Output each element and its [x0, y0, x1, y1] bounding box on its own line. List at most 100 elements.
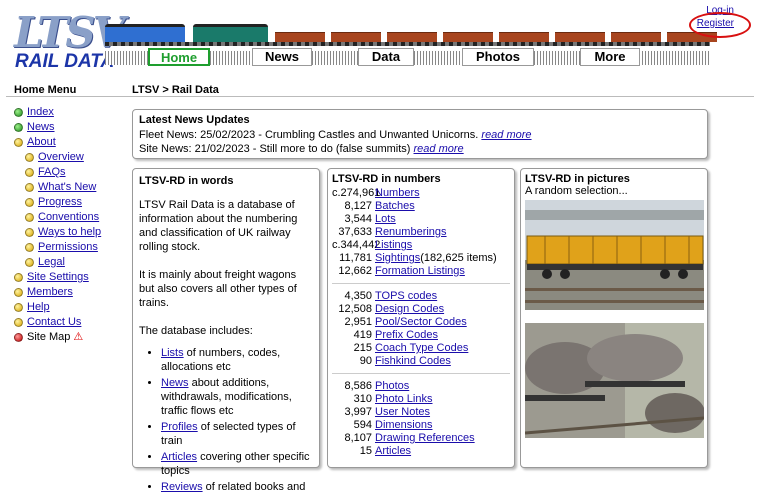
photo-yellow-wagons[interactable]: [525, 200, 704, 320]
stat-link[interactable]: Renumberings: [375, 226, 447, 239]
wagon: [611, 32, 661, 42]
sidebar-item-overview[interactable]: Overview: [14, 150, 126, 165]
status-dot-icon: [25, 213, 34, 222]
stat-count: c.344,442: [332, 239, 381, 251]
status-dot-icon: [25, 183, 34, 192]
stat-link[interactable]: User Notes: [375, 406, 430, 419]
locomotive: [193, 24, 268, 42]
stat-link[interactable]: Photos: [375, 380, 409, 393]
sidebar-item-what-s-new[interactable]: What's New: [14, 180, 126, 195]
words-text: of related books and: [202, 481, 306, 493]
sidebar-item-faqs[interactable]: FAQs: [14, 165, 126, 180]
stat-link[interactable]: Numbers: [375, 187, 420, 200]
divider: [332, 283, 510, 284]
sidebar-item-label[interactable]: Legal: [38, 255, 65, 270]
stat-link[interactable]: Design Codes: [375, 303, 444, 316]
words-link[interactable]: Reviews: [161, 481, 203, 493]
fleet-news: Fleet News: 25/02/2023 - Crumbling Castl…: [139, 128, 701, 142]
stat-link[interactable]: Fishkind Codes: [375, 355, 451, 368]
sidebar-item-site-settings[interactable]: Site Settings: [14, 270, 126, 285]
sidebar-item-contact-us[interactable]: Contact Us: [14, 315, 126, 330]
site-header: LTSV RAIL DATA Home News Data Photos Mor…: [0, 0, 760, 80]
pictures-title: LTSV-RD in pictures: [525, 173, 630, 185]
sidebar-item-news[interactable]: News: [14, 120, 126, 135]
status-dot-icon: [25, 153, 34, 162]
sidebar-item-about[interactable]: About: [14, 135, 126, 150]
sidebar-item-permissions[interactable]: Permissions: [14, 240, 126, 255]
tab-more[interactable]: More: [580, 48, 640, 66]
sidebar-item-label[interactable]: Help: [27, 300, 50, 315]
stat-link[interactable]: TOPS codes: [375, 290, 437, 303]
site-read-more-link[interactable]: read more: [414, 143, 464, 155]
sidebar-item-label[interactable]: Contact Us: [27, 315, 81, 330]
stat-link[interactable]: Coach Type Codes: [375, 342, 468, 355]
words-link[interactable]: Profiles: [161, 421, 198, 433]
wagon: [331, 32, 381, 42]
sidebar-item-members[interactable]: Members: [14, 285, 126, 300]
words-scope: It is mainly about freight wagons but al…: [139, 269, 297, 309]
stat-count: 215: [353, 342, 372, 354]
stat-link[interactable]: Lots: [375, 213, 396, 226]
sidebar-item-label[interactable]: Overview: [38, 150, 84, 165]
sidebar-item-label[interactable]: Progress: [38, 195, 82, 210]
stat-link[interactable]: Pool/Sector Codes: [375, 316, 467, 329]
stat-count: 8,127: [344, 200, 372, 212]
stat-link[interactable]: Drawing References: [375, 432, 475, 445]
status-dot-icon: [14, 303, 23, 312]
stat-row: 215 Coach Type Codes: [332, 342, 510, 355]
status-dot-icon: [25, 258, 34, 267]
sidebar-item-ways-to-help[interactable]: Ways to help: [14, 225, 126, 240]
numbers-panel: LTSV-RD in numbers c.274,961 Numbers 8,127…: [327, 168, 515, 468]
wagon: [387, 32, 437, 42]
stat-link[interactable]: Batches: [375, 200, 415, 213]
stat-row: 594 Dimensions: [332, 419, 510, 432]
fleet-read-more-link[interactable]: read more: [481, 129, 531, 141]
stat-link[interactable]: Listings: [375, 239, 412, 252]
locomotive: [105, 24, 185, 42]
words-link[interactable]: News: [161, 377, 189, 389]
sidebar-item-label[interactable]: About: [27, 135, 56, 150]
tab-photos[interactable]: Photos: [462, 48, 534, 66]
sidebar-item-label[interactable]: Members: [27, 285, 73, 300]
sidebar-item-label[interactable]: News: [27, 120, 55, 135]
sidebar-item-label[interactable]: Site Settings: [27, 270, 89, 285]
register-highlight: [688, 12, 751, 38]
tab-news[interactable]: News: [252, 48, 312, 66]
words-link[interactable]: Articles: [161, 451, 197, 463]
sidebar-item-progress[interactable]: Progress: [14, 195, 126, 210]
sidebar-item-label[interactable]: Index: [27, 105, 54, 120]
sidebar-menu: Index News About Overview FAQs What's New Prog…: [14, 105, 126, 345]
tab-data[interactable]: Data: [358, 48, 414, 66]
sidebar-item-label[interactable]: Permissions: [38, 240, 98, 255]
sidebar-item-conventions[interactable]: Conventions: [14, 210, 126, 225]
wagon: [499, 32, 549, 42]
sidebar-item-label[interactable]: Conventions: [38, 210, 99, 225]
stat-count: 15: [359, 445, 372, 457]
stat-count: 37,633: [338, 226, 372, 238]
sidebar-item-label[interactable]: What's New: [38, 180, 96, 195]
sidebar-item-legal[interactable]: Legal: [14, 255, 126, 270]
sidebar-title: Home Menu: [14, 84, 77, 96]
photo-caption: [525, 438, 704, 448]
tab-home[interactable]: Home: [148, 48, 210, 66]
stat-link[interactable]: Articles: [375, 445, 411, 458]
divider: [332, 373, 510, 374]
sidebar-item-site-map[interactable]: Site Map ⚠: [14, 330, 126, 345]
stat-link[interactable]: Sightings: [375, 252, 420, 265]
stat-link[interactable]: Photo Links: [375, 393, 432, 406]
stat-link[interactable]: Dimensions: [375, 419, 432, 432]
stat-link[interactable]: Prefix Codes: [375, 329, 438, 342]
stat-count: 419: [353, 329, 372, 341]
status-dot-icon: [14, 123, 23, 132]
sidebar-item-help[interactable]: Help: [14, 300, 126, 315]
stat-extra: (182,625 items): [420, 252, 497, 264]
stat-row: 4,350 TOPS codes: [332, 290, 510, 303]
stat-link[interactable]: Formation Listings: [375, 265, 465, 278]
status-dot-icon: [14, 318, 23, 327]
sidebar-item-index[interactable]: Index: [14, 105, 126, 120]
sidebar-item-label[interactable]: FAQs: [38, 165, 66, 180]
sidebar-item-label[interactable]: Ways to help: [38, 225, 101, 240]
photo-tank-wagons[interactable]: [525, 323, 704, 448]
list-item: Profiles of selected types of train: [161, 420, 313, 448]
words-link[interactable]: Lists: [161, 347, 184, 359]
